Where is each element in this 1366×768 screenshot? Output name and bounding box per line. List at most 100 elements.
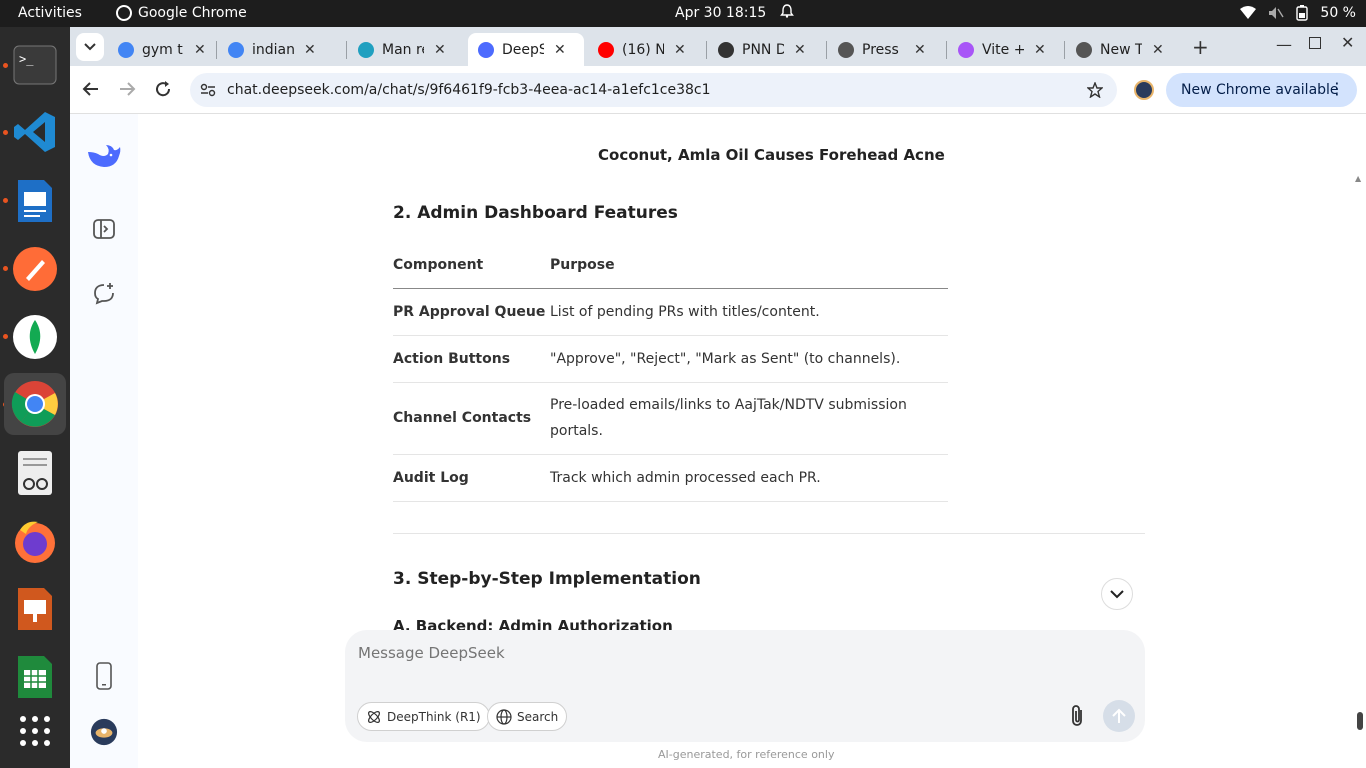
app-grid-icon[interactable] (11, 707, 59, 755)
new-chat-icon (94, 283, 114, 305)
send-button[interactable] (1103, 700, 1135, 732)
battery-percent: 50 % (1320, 5, 1356, 21)
kebab-menu-icon[interactable]: ⋮ (1329, 79, 1345, 98)
tab[interactable]: gym tra ✕ (108, 33, 216, 66)
close-tab-icon[interactable]: ✕ (914, 42, 926, 58)
volume-muted-icon (1269, 7, 1285, 19)
chrome-icon (116, 5, 132, 21)
arrow-left-icon (82, 82, 98, 96)
tab[interactable]: Press S ✕ (828, 33, 936, 66)
tab[interactable]: indian r ✕ (218, 33, 326, 66)
tab[interactable]: (16) Ne ✕ (588, 33, 696, 66)
atom-icon (368, 710, 380, 723)
message-input[interactable] (358, 644, 1038, 662)
disclaimer-text: AI-generated, for reference only (658, 748, 835, 761)
close-tab-icon[interactable]: ✕ (434, 42, 446, 58)
running-indicator (3, 334, 8, 339)
close-tab-icon[interactable]: ✕ (304, 42, 316, 58)
site-info-icon[interactable] (200, 83, 216, 97)
tab-separator (706, 41, 707, 59)
new-tab-button[interactable]: + (1192, 35, 1209, 59)
table-cell: Channel Contacts (393, 382, 550, 455)
new-chrome-available-button[interactable]: New Chrome available ⋮ (1166, 73, 1357, 107)
calc-icon[interactable] (11, 653, 59, 701)
back-button[interactable] (82, 80, 100, 102)
app-menu[interactable]: Google Chrome (116, 5, 247, 21)
wifi-icon (1240, 6, 1257, 19)
close-tab-icon[interactable]: ✕ (554, 42, 566, 58)
tab[interactable]: Vite + F ✕ (948, 33, 1056, 66)
firefox-icon[interactable] (11, 517, 59, 565)
deepseek-logo-icon[interactable] (86, 142, 122, 170)
features-table: Component Purpose PR Approval Queue List… (393, 242, 948, 502)
table-header-cell: Purpose (550, 242, 948, 289)
close-window-button[interactable]: ✕ (1341, 33, 1354, 52)
scrollbar-thumb[interactable] (1357, 712, 1363, 730)
document-viewer-icon[interactable] (11, 449, 59, 497)
address-bar[interactable]: chat.deepseek.com/a/chat/s/9f6461f9-fcb3… (190, 73, 1117, 107)
arrow-up-icon (1112, 708, 1126, 723)
forward-button[interactable] (118, 80, 136, 102)
minimize-button[interactable]: — (1276, 35, 1292, 54)
postman-icon[interactable] (11, 245, 59, 293)
close-tab-icon[interactable]: ✕ (794, 42, 806, 58)
user-avatar[interactable] (90, 718, 118, 746)
chat-area: ▲ Coconut, Amla Oil Causes Forehead Acne… (138, 114, 1366, 768)
deepthink-toggle[interactable]: DeepThink (R1) (357, 702, 490, 731)
app-name: Google Chrome (138, 5, 247, 21)
vite-icon (958, 41, 974, 58)
scrollbar-up-arrow[interactable]: ▲ (1355, 174, 1361, 183)
mobile-app-button[interactable] (90, 662, 118, 690)
tab-search-button[interactable] (76, 33, 104, 61)
tab-title: DeepSe (502, 41, 544, 58)
bookmark-star-icon[interactable] (1087, 82, 1103, 98)
profile-avatar[interactable] (1134, 80, 1154, 100)
table-row: Audit Log Track which admin processed ea… (393, 454, 948, 502)
section-heading: 2. Admin Dashboard Features (393, 203, 678, 223)
mongodb-compass-icon[interactable] (11, 313, 59, 361)
close-tab-icon[interactable]: ✕ (674, 42, 686, 58)
chevron-down-icon (84, 43, 96, 51)
reload-button[interactable] (154, 80, 172, 102)
chrome-icon (1076, 41, 1092, 58)
clock[interactable]: Apr 30 18:15 (675, 5, 766, 21)
url-text[interactable]: chat.deepseek.com/a/chat/s/9f6461f9-fcb3… (227, 82, 711, 98)
chrome-dock-icon[interactable] (4, 373, 66, 435)
maximize-button[interactable] (1309, 37, 1321, 49)
table-header-row: Component Purpose (393, 242, 948, 289)
deepseek-icon (478, 41, 494, 58)
close-tab-icon[interactable]: ✕ (1152, 42, 1164, 58)
search-toggle[interactable]: Search (487, 702, 568, 731)
system-status[interactable]: 50 % (1240, 5, 1356, 21)
running-indicator (3, 266, 8, 271)
arrow-right-icon (120, 82, 136, 96)
scroll-to-bottom-button[interactable] (1101, 578, 1133, 610)
open-sidebar-button[interactable] (90, 215, 118, 243)
table-cell: Audit Log (393, 454, 550, 502)
new-chrome-label: New Chrome available (1181, 82, 1339, 98)
tab-title: New Ta (1100, 41, 1142, 58)
tab[interactable]: Man re ✕ (348, 33, 456, 66)
google-icon (118, 41, 134, 58)
close-tab-icon[interactable]: ✕ (194, 42, 206, 58)
running-indicator (3, 63, 8, 68)
paperclip-icon (1072, 705, 1082, 726)
chat-title: Coconut, Amla Oil Causes Forehead Acne (598, 146, 945, 164)
table-row: Action Buttons "Approve", "Reject", "Mar… (393, 335, 948, 383)
vscode-icon[interactable] (11, 108, 59, 156)
activities-button[interactable]: Activities (18, 5, 82, 21)
tab-title: Vite + F (982, 41, 1024, 58)
impress-icon[interactable] (11, 585, 59, 633)
browser-toolbar: chat.deepseek.com/a/chat/s/9f6461f9-fcb3… (70, 66, 1366, 114)
tab[interactable]: New Ta ✕ (1066, 33, 1174, 66)
new-chat-button[interactable] (90, 280, 118, 308)
close-tab-icon[interactable]: ✕ (1034, 42, 1046, 58)
table-cell: PR Approval Queue (393, 288, 550, 336)
attach-button[interactable] (1067, 704, 1091, 728)
writer-icon[interactable] (11, 177, 59, 225)
tab[interactable]: DeepSe ✕ (468, 33, 584, 66)
table-cell: Pre-loaded emails/links to AajTak/NDTV s… (550, 382, 948, 455)
terminal-icon[interactable]: >_ (11, 41, 59, 89)
tab[interactable]: PNN Di ✕ (708, 33, 816, 66)
pnn-icon (718, 41, 734, 58)
